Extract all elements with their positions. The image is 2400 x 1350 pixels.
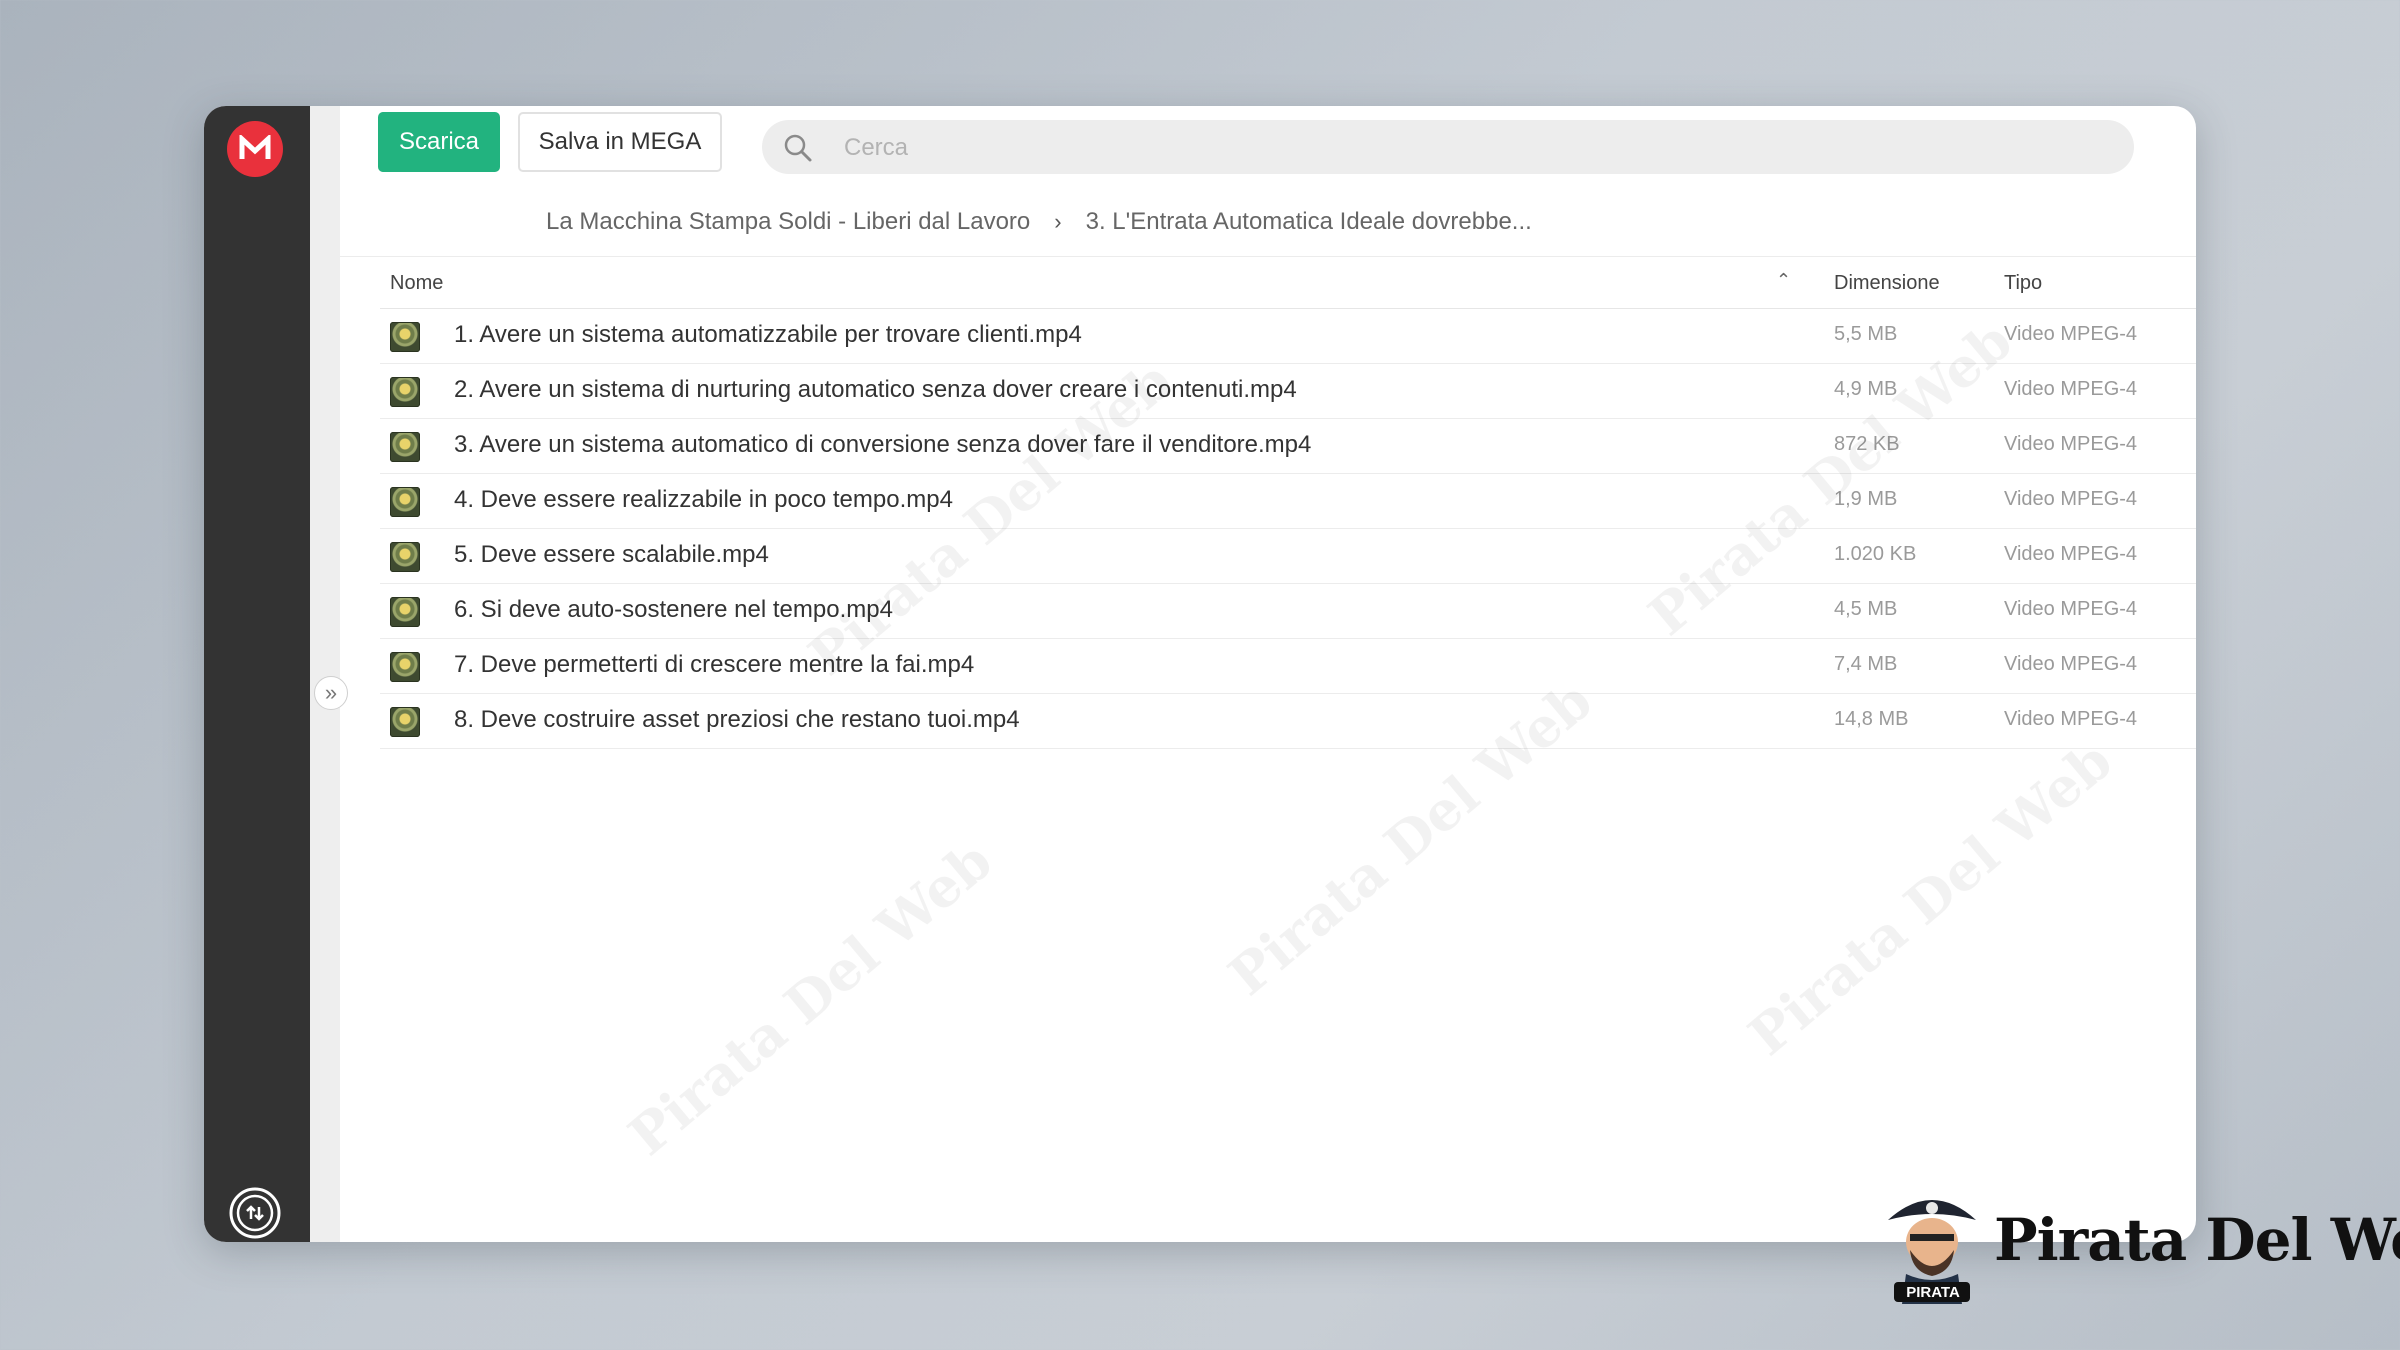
file-name[interactable]: 5. Deve essere scalabile.mp4: [454, 541, 769, 569]
file-type: Video MPEG-4: [2004, 378, 2138, 400]
transfer-icon[interactable]: [226, 1184, 284, 1242]
file-size: 1,9 MB: [1834, 488, 1898, 510]
file-name[interactable]: 7. Deve permetterti di crescere mentre l…: [454, 651, 974, 679]
video-thumbnail-icon: [390, 377, 420, 407]
file-name[interactable]: 2. Avere un sistema di nurturing automat…: [454, 376, 1297, 404]
file-size: 4,9 MB: [1834, 378, 1898, 400]
search-input[interactable]: [842, 120, 2096, 176]
file-type: Video MPEG-4: [2004, 543, 2138, 565]
download-button[interactable]: Scarica: [378, 112, 500, 172]
table-header: Nome ⌃ Dimensione Tipo: [380, 258, 2196, 309]
search-icon: [782, 132, 814, 169]
watermark-text: Pirata Del Web: [616, 828, 1004, 1168]
video-thumbnail-icon: [390, 652, 420, 682]
panel-gutter: [310, 106, 340, 1242]
file-table: Nome ⌃ Dimensione Tipo 1. Avere un siste…: [380, 258, 2196, 749]
sidebar: [204, 106, 310, 1242]
file-type: Video MPEG-4: [2004, 708, 2138, 730]
brand-badge: PIRATA: [1906, 1284, 1960, 1301]
file-name[interactable]: 3. Avere un sistema automatico di conver…: [454, 431, 1311, 459]
file-size: 14,8 MB: [1834, 708, 1909, 730]
file-type: Video MPEG-4: [2004, 323, 2138, 345]
file-size: 5,5 MB: [1834, 323, 1898, 345]
table-row[interactable]: 6. Si deve auto-sostenere nel tempo.mp4 …: [380, 584, 2196, 639]
breadcrumb-separator: ›: [1054, 209, 1062, 234]
watermark-text: Pirata Del Web: [1736, 728, 2124, 1068]
breadcrumb-item-current[interactable]: 3. L'Entrata Automatica Ideale dovrebbe.…: [1086, 208, 1532, 236]
file-type: Video MPEG-4: [2004, 488, 2138, 510]
table-row[interactable]: 2. Avere un sistema di nurturing automat…: [380, 364, 2196, 419]
table-row[interactable]: 8. Deve costruire asset preziosi che res…: [380, 694, 2196, 749]
breadcrumb: La Macchina Stampa Soldi - Liberi dal La…: [546, 200, 1532, 244]
double-chevron-right-icon[interactable]: »: [314, 676, 348, 710]
column-header-name[interactable]: Nome: [390, 272, 443, 295]
table-row[interactable]: 7. Deve permetterti di crescere mentre l…: [380, 639, 2196, 694]
brand-logo: PIRATA Pirata Del Web: [1880, 1186, 2400, 1306]
brand-name: Pirata Del Web: [1994, 1206, 2400, 1274]
mega-window: » Scarica Salva in MEGA La Macchina Stam…: [204, 106, 2196, 1242]
divider: [340, 256, 2196, 257]
video-thumbnail-icon: [390, 542, 420, 572]
video-thumbnail-icon: [390, 487, 420, 517]
file-size: 4,5 MB: [1834, 598, 1898, 620]
file-type: Video MPEG-4: [2004, 653, 2138, 675]
file-size: 7,4 MB: [1834, 653, 1898, 675]
chevron-up-icon[interactable]: ⌃: [1776, 270, 1791, 291]
file-name[interactable]: 6. Si deve auto-sostenere nel tempo.mp4: [454, 596, 893, 624]
table-row[interactable]: 1. Avere un sistema automatizzabile per …: [380, 309, 2196, 364]
table-row[interactable]: 4. Deve essere realizzabile in poco temp…: [380, 474, 2196, 529]
table-row[interactable]: 5. Deve essere scalabile.mp4 1.020 KB Vi…: [380, 529, 2196, 584]
search-bar[interactable]: [762, 120, 2134, 176]
file-name[interactable]: 8. Deve costruire asset preziosi che res…: [454, 706, 1020, 734]
file-name[interactable]: 4. Deve essere realizzabile in poco temp…: [454, 486, 953, 514]
video-thumbnail-icon: [390, 322, 420, 352]
file-type: Video MPEG-4: [2004, 598, 2138, 620]
file-type: Video MPEG-4: [2004, 433, 2138, 455]
table-row[interactable]: 3. Avere un sistema automatico di conver…: [380, 419, 2196, 474]
file-size: 872 KB: [1834, 433, 1900, 455]
column-header-type[interactable]: Tipo: [2004, 272, 2042, 295]
breadcrumb-item-parent[interactable]: La Macchina Stampa Soldi - Liberi dal La…: [546, 208, 1030, 236]
file-name[interactable]: 1. Avere un sistema automatizzabile per …: [454, 321, 1082, 349]
mega-logo-icon[interactable]: [227, 121, 283, 177]
video-thumbnail-icon: [390, 432, 420, 462]
video-thumbnail-icon: [390, 707, 420, 737]
video-thumbnail-icon: [390, 597, 420, 627]
column-header-size[interactable]: Dimensione: [1834, 272, 1940, 295]
save-to-mega-button[interactable]: Salva in MEGA: [518, 112, 722, 172]
file-size: 1.020 KB: [1834, 543, 1917, 565]
